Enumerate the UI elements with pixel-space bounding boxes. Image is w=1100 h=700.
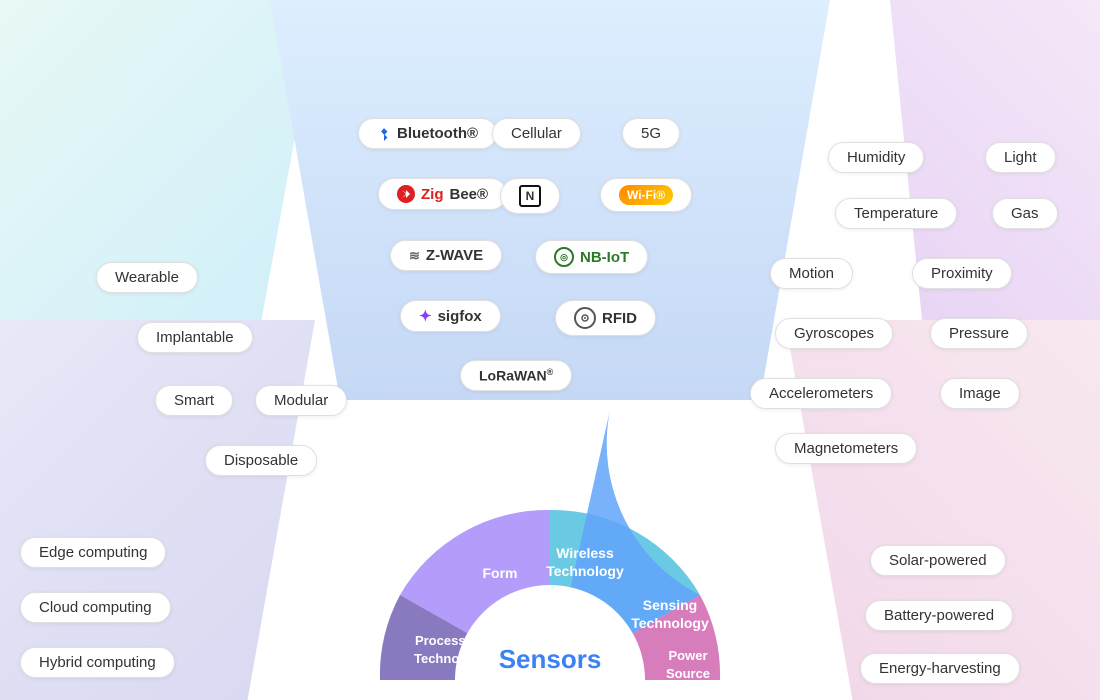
svg-text:Technology: Technology	[414, 651, 487, 666]
svg-text:Power: Power	[668, 648, 707, 663]
pill-gas: Gas	[992, 198, 1058, 229]
pill-temperature: Temperature	[835, 198, 957, 229]
wireless-pill-nb-iot: ◎NB-IoT	[535, 240, 648, 274]
wireless-pill-nfc: N	[500, 178, 560, 214]
pill-proximity: Proximity	[912, 258, 1012, 289]
svg-text:Sensors: Sensors	[499, 644, 602, 674]
pill-edge-computing: Edge computing	[20, 537, 166, 568]
svg-text:Source: Source	[666, 666, 710, 681]
wireless-pill-5g: 5G	[622, 118, 680, 149]
pill-light: Light	[985, 142, 1056, 173]
wireless-pill-sigfox: ✦sigfox	[400, 300, 501, 332]
wireless-pill-cellular: Cellular	[492, 118, 581, 149]
wireless-pill-wi-fi-: Wi-Fi®	[600, 178, 692, 212]
pill-energy-harvesting: Energy-harvesting	[860, 653, 1020, 684]
svg-text:Processing: Processing	[415, 633, 485, 648]
pill-hybrid-computing: Hybrid computing	[20, 647, 175, 678]
wireless-pill-zigbee-: ZigBee®	[378, 178, 507, 210]
pill-solar-powered: Solar-powered	[870, 545, 1006, 576]
pill-gyroscopes: Gyroscopes	[775, 318, 893, 349]
pill-battery-powered: Battery-powered	[865, 600, 1013, 631]
pill-smart: Smart	[155, 385, 233, 416]
pill-modular: Modular	[255, 385, 347, 416]
svg-text:Form: Form	[483, 565, 518, 581]
pill-cloud-computing: Cloud computing	[20, 592, 171, 623]
wireless-pill-z-wave: ≋Z-WAVE	[390, 240, 502, 271]
pill-implantable: Implantable	[137, 322, 253, 353]
svg-text:Sensing: Sensing	[643, 597, 697, 613]
pill-accelerometers: Accelerometers	[750, 378, 892, 409]
svg-text:Technology: Technology	[631, 615, 709, 631]
wireless-pill-lorawan-: LoRaWAN®	[460, 360, 572, 391]
donut-chart: Wireless Technology Form Sensing Technol…	[330, 350, 770, 700]
pill-image: Image	[940, 378, 1020, 409]
pill-motion: Motion	[770, 258, 853, 289]
wireless-pill-rfid: RFID	[555, 300, 656, 336]
pill-disposable: Disposable	[205, 445, 317, 476]
pill-magnetometers: Magnetometers	[775, 433, 917, 464]
svg-text:Technology: Technology	[546, 563, 624, 579]
pill-pressure: Pressure	[930, 318, 1028, 349]
pill-humidity: Humidity	[828, 142, 924, 173]
svg-text:Wireless: Wireless	[556, 545, 614, 561]
pill-wearable: Wearable	[96, 262, 198, 293]
wireless-pill-bluetooth-: Bluetooth®	[358, 118, 497, 149]
